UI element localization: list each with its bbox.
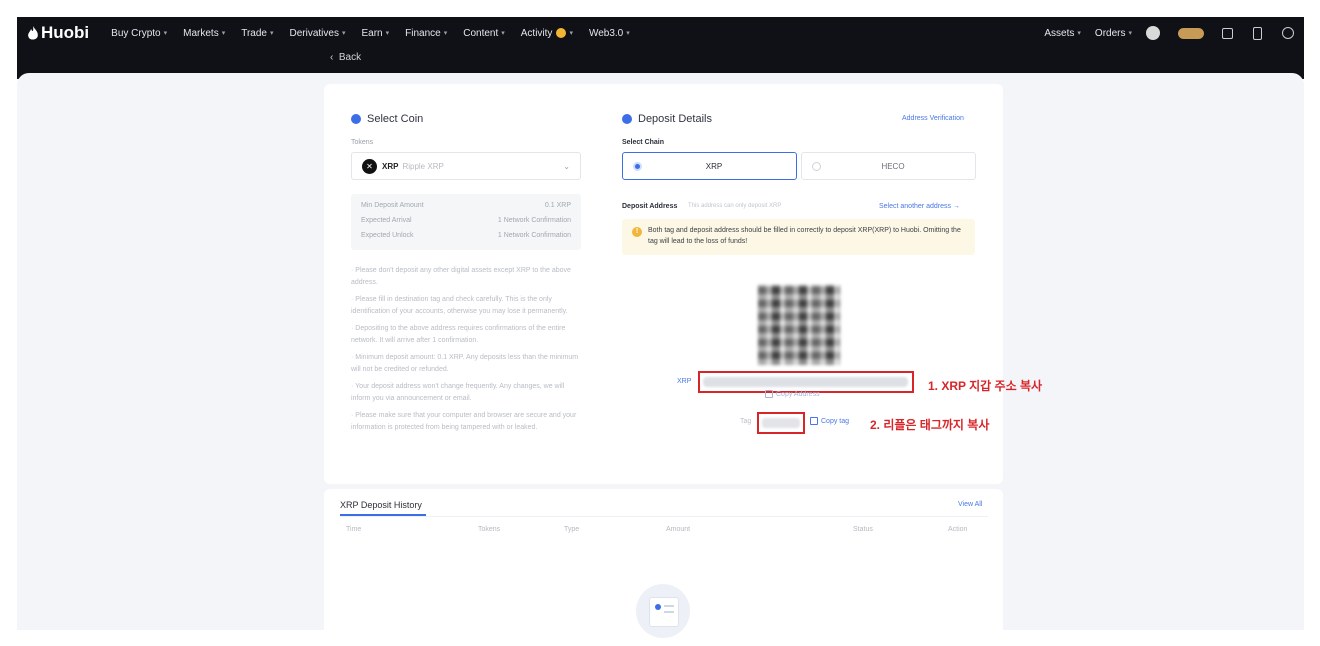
note-item: · Please don't deposit any other digital…: [351, 267, 571, 286]
brand-name: Huobi: [41, 23, 90, 42]
nav-derivatives[interactable]: Derivatives ▾: [290, 28, 346, 39]
annotation-step2: 2. 리플은 태그까지 복사: [870, 418, 990, 432]
chevron-down-icon: ▾: [443, 30, 448, 37]
column-header-time: Time: [346, 526, 362, 533]
chevron-down-icon: ▾: [341, 30, 346, 37]
tokens-label: Tokens: [351, 139, 374, 146]
nav-earn[interactable]: Earn ▾: [361, 28, 389, 39]
active-tab-indicator: [340, 514, 426, 516]
note-item: · Minimum deposit amount: 0.1 XRP. Any d…: [351, 354, 579, 373]
info-row: Min Deposit Amount 0.1 XRP: [361, 202, 571, 209]
chevron-down-icon: ▾: [163, 30, 168, 37]
huobi-logo[interactable]: Huobi: [27, 23, 89, 43]
coin-name: Ripple XRP: [402, 161, 444, 171]
deposit-info-box: Min Deposit Amount 0.1 XRP Expected Arri…: [351, 194, 581, 250]
note-item: · Please fill in destination tag and che…: [351, 296, 568, 315]
select-chain-label: Select Chain: [622, 139, 665, 146]
deposit-address-label: Deposit Address: [622, 203, 678, 210]
top-navigation-bar: Huobi Buy Crypto ▾ Markets ▾ Trade ▾ Deriva…: [17, 17, 1304, 49]
coin-code: XRP: [382, 161, 399, 171]
nav-activity[interactable]: Activity ▾: [521, 28, 573, 39]
flame-icon: [28, 25, 38, 39]
coin-icon: [556, 28, 567, 38]
column-header-amount: Amount: [666, 526, 691, 533]
chevron-down-icon: ▾: [221, 30, 226, 37]
info-row: Expected Unlock 1 Network Confirmation: [361, 232, 571, 239]
line-icon: [664, 611, 674, 613]
nav-finance[interactable]: Finance ▾: [405, 28, 447, 39]
xrp-coin-icon: ✕: [362, 158, 377, 174]
chain-option-heco[interactable]: HECO: [801, 152, 976, 180]
column-header-action: Action: [948, 526, 968, 533]
nav-web3[interactable]: Web3.0 ▾: [589, 28, 630, 39]
warning-icon: !: [632, 227, 642, 237]
qr-code: [758, 285, 840, 365]
column-header-tokens: Tokens: [478, 526, 501, 533]
chevron-down-icon: ▾: [569, 30, 573, 37]
radio-unselected-icon: [812, 161, 821, 171]
select-another-address-link[interactable]: Select another address →: [879, 203, 960, 210]
nav-trade[interactable]: Trade ▾: [241, 28, 273, 39]
column-header-status: Status: [853, 526, 873, 533]
chevron-down-icon: ⌄: [563, 161, 570, 171]
view-all-link[interactable]: View All: [958, 501, 982, 508]
mobile-app-icon[interactable]: [1253, 26, 1262, 40]
nav-buy-crypto[interactable]: Buy Crypto ▾: [111, 28, 167, 39]
address-verification-link[interactable]: Address Verification: [902, 115, 964, 122]
line-icon: [664, 605, 674, 607]
copy-icon: [810, 417, 818, 425]
chevron-down-icon: ▾: [1128, 30, 1132, 37]
nav-markets[interactable]: Markets ▾: [183, 28, 225, 39]
deposit-details-title: Deposit Details: [622, 113, 712, 125]
annotation-step1: 1. XRP 지갑 주소 복사: [928, 379, 1043, 393]
coin-select-dropdown[interactable]: ✕ XRP Ripple XRP ⌄: [351, 152, 581, 180]
radio-selected-icon: [633, 161, 642, 171]
copy-tag-button[interactable]: Copy tag: [810, 417, 849, 425]
step-dot-icon: [622, 114, 632, 124]
empty-records-icon: [636, 584, 690, 638]
deposit-notes: · Please don't deposit any other digital…: [351, 265, 583, 439]
chevron-down-icon: ▾: [626, 30, 630, 37]
download-icon[interactable]: [1222, 27, 1233, 39]
note-item: · Depositing to the above address requir…: [351, 325, 566, 344]
chain-option-xrp[interactable]: XRP: [622, 152, 797, 180]
info-row: Expected Arrival 1 Network Confirmation: [361, 217, 571, 224]
chevron-down-icon: ▾: [1077, 30, 1081, 37]
nav-assets[interactable]: Assets ▾: [1044, 28, 1081, 39]
deposit-history-tab[interactable]: XRP Deposit History: [340, 500, 422, 510]
chevron-down-icon: ▾: [501, 30, 505, 37]
nav-orders[interactable]: Orders ▾: [1095, 28, 1132, 39]
copy-icon: [765, 390, 773, 398]
select-coin-title: Select Coin: [351, 113, 423, 125]
vip-badge-icon[interactable]: [1178, 27, 1204, 39]
note-item: · Your deposit address won't change freq…: [351, 383, 565, 402]
step-dot-icon: [351, 114, 361, 124]
copy-address-button[interactable]: Copy Address: [765, 390, 820, 398]
note-item: · Please make sure that your computer an…: [351, 412, 577, 431]
dot-icon: [655, 604, 661, 610]
column-header-type: Type: [564, 526, 580, 533]
nav-right-group: Assets ▾ Orders ▾: [1044, 26, 1294, 40]
tag-highlight-box: [757, 412, 805, 434]
back-link[interactable]: ‹ Back: [330, 52, 361, 63]
tag-warning-banner: ! Both tag and deposit address should be…: [622, 219, 975, 255]
tag-label: Tag: [740, 418, 752, 425]
address-chain-prefix: XRP: [677, 378, 692, 385]
history-divider: [340, 516, 988, 517]
nav-content[interactable]: Content ▾: [463, 28, 505, 39]
user-avatar-icon[interactable]: [1146, 26, 1160, 40]
chevron-down-icon: ▾: [385, 30, 390, 37]
globe-language-icon[interactable]: [1282, 27, 1294, 39]
deposit-address-hint: This address can only deposit XRP: [688, 203, 782, 209]
chevron-down-icon: ▾: [269, 30, 274, 37]
